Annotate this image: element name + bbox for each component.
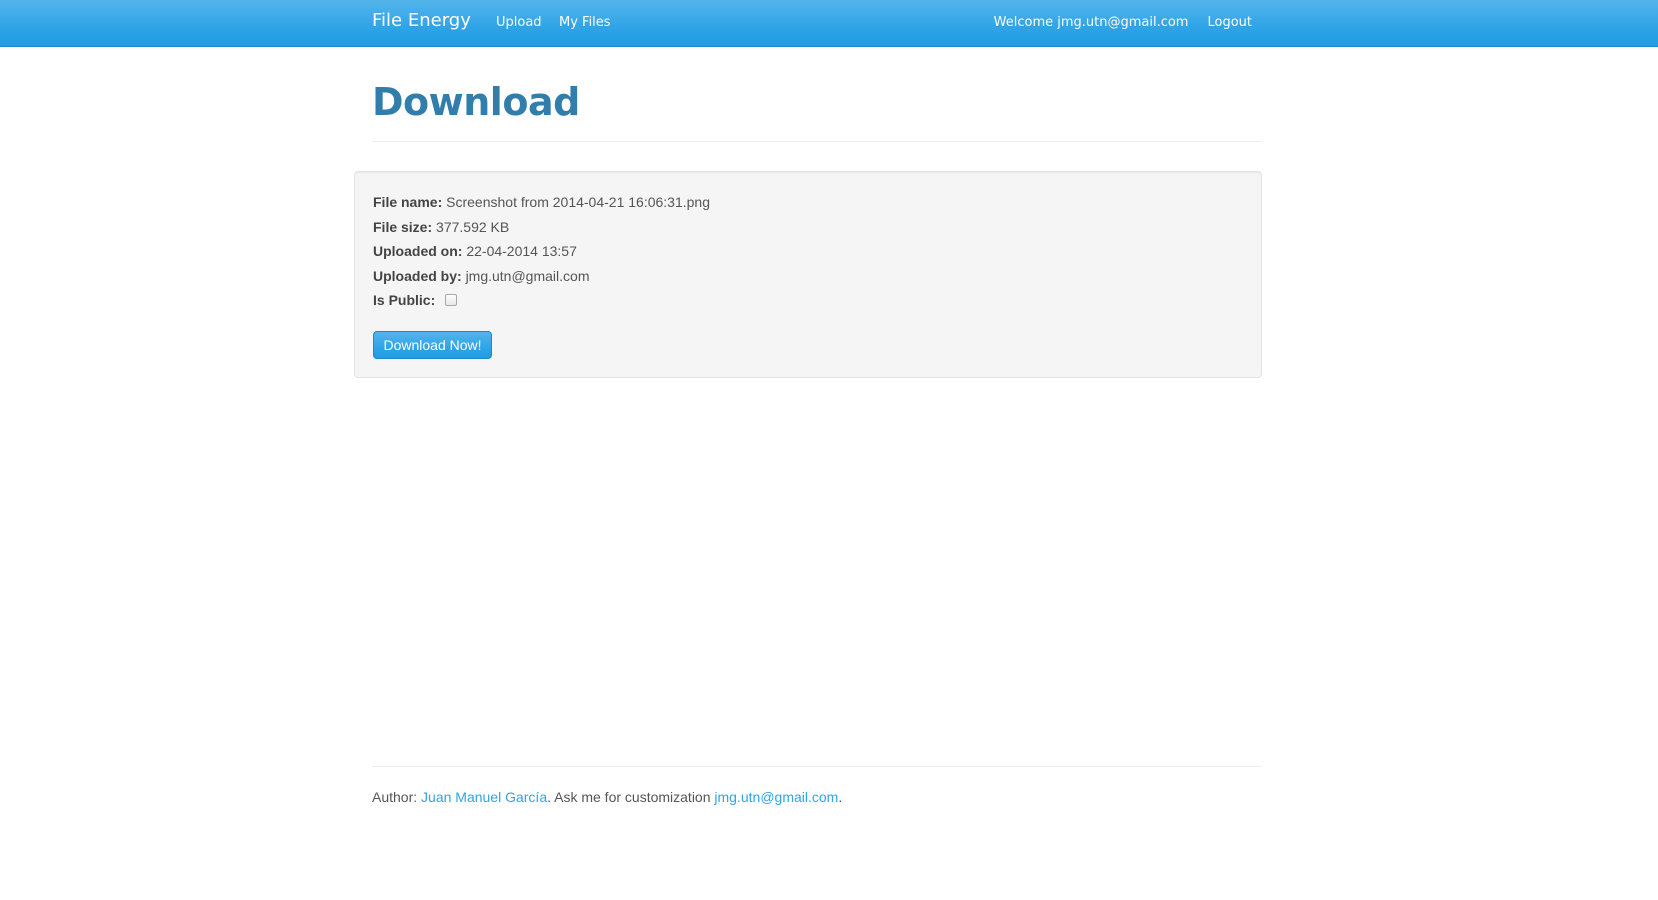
uploaded-by-value: jmg.utn@gmail.com — [465, 267, 590, 284]
is-public-label: Is Public: — [373, 292, 436, 309]
file-name-value: Screenshot from 2014-04-21 16:06:31.png — [446, 194, 710, 210]
page-title: Download — [372, 80, 580, 124]
footer-end: . — [838, 789, 843, 805]
footer: Author: Juan Manuel García. Ask me for c… — [372, 766, 1262, 805]
welcome-user-link[interactable]: Welcome jmg.utn@gmail.com — [994, 15, 1189, 30]
brand-link[interactable]: File Energy — [372, 10, 471, 31]
is-public-checkbox[interactable] — [445, 294, 458, 307]
file-size-row: File size: 377.592 KB — [373, 217, 710, 242]
footer-text: Author: Juan Manuel García. Ask me for c… — [372, 789, 1262, 805]
nav-upload-link[interactable]: Upload — [496, 15, 542, 30]
file-name-label: File name: — [373, 194, 443, 210]
nav-my-files-link[interactable]: My Files — [559, 15, 611, 30]
footer-email-link[interactable]: jmg.utn@gmail.com — [714, 789, 838, 805]
navbar-container: File Energy Upload My Files Welcome jmg.… — [372, 0, 1262, 46]
file-name-row: File name: Screenshot from 2014-04-21 16… — [373, 192, 710, 217]
footer-middle-text: . Ask me for customization — [547, 789, 711, 805]
navbar: File Energy Upload My Files Welcome jmg.… — [0, 0, 1658, 47]
file-size-value: 377.592 KB — [436, 218, 510, 235]
file-size-label: File size: — [373, 218, 433, 235]
uploaded-by-row: Uploaded by: jmg.utn@gmail.com — [373, 266, 710, 291]
page-header: Download — [372, 60, 1262, 142]
uploaded-on-value: 22-04-2014 13:57 — [466, 243, 577, 260]
download-now-button[interactable]: Download Now! — [373, 331, 492, 359]
file-info-list: File name: Screenshot from 2014-04-21 16… — [373, 192, 710, 315]
navbar-right: Welcome jmg.utn@gmail.com Logout — [994, 15, 1252, 30]
footer-author-prefix: Author: — [372, 789, 418, 805]
uploaded-by-label: Uploaded by: — [373, 267, 462, 284]
uploaded-on-label: Uploaded on: — [373, 243, 463, 260]
footer-author-link[interactable]: Juan Manuel García — [421, 789, 547, 805]
logout-link[interactable]: Logout — [1207, 15, 1252, 30]
is-public-row: Is Public: — [373, 290, 710, 315]
file-details-panel: File name: Screenshot from 2014-04-21 16… — [354, 171, 1262, 378]
uploaded-on-row: Uploaded on: 22-04-2014 13:57 — [373, 241, 710, 266]
